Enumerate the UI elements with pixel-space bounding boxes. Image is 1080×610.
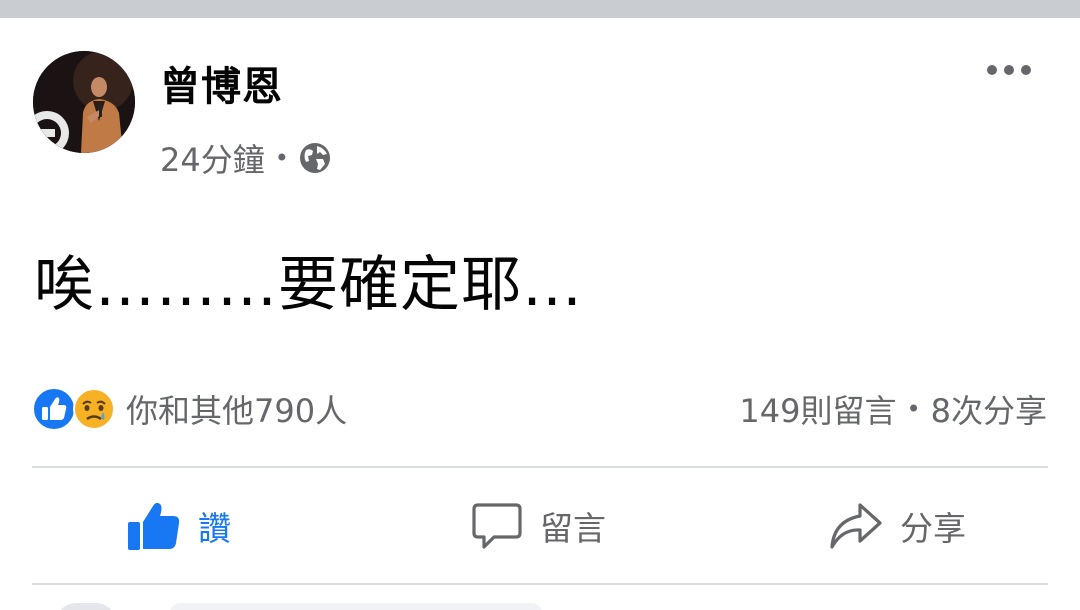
post-text: 唉………要確定耶… [34,250,583,320]
meta-separator: • [274,144,289,172]
top-separator-strip [0,0,1080,18]
thumbs-up-icon [128,502,180,550]
commenter-avatar[interactable] [56,603,116,610]
like-reaction-icon [32,387,76,431]
reactions-summary[interactable]: 你和其他790人 [32,384,347,434]
share-arrow-icon [830,503,882,549]
divider [32,583,1048,585]
post-time[interactable]: 24分鐘 [160,135,265,181]
divider [32,466,1048,468]
comment-label: 留言 [540,509,606,548]
sad-reaction-icon [73,388,115,430]
comment-bubble[interactable] [170,603,542,610]
author-name[interactable]: 曾博恩 [160,62,283,112]
shares-count[interactable]: 8次分享 [931,386,1047,432]
engagement-stats: 149則留言 • 8次分享 [739,384,1047,434]
share-button[interactable]: 分享 [828,494,966,558]
globe-icon [299,143,330,173]
post-meta: 24分鐘 • [160,135,331,181]
avatar-photo [33,51,135,153]
like-label: 讚 [198,509,231,548]
reactions-count: 你和其他790人 [126,392,348,430]
like-button[interactable]: 讚 [126,494,231,558]
share-label: 分享 [900,509,966,548]
comment-bubble-icon [472,503,522,549]
author-avatar[interactable] [33,51,135,153]
comments-count[interactable]: 149則留言 [739,386,896,432]
more-options-icon[interactable] [984,58,1034,82]
comment-button[interactable]: 留言 [470,494,606,558]
stats-separator: • [906,395,921,423]
